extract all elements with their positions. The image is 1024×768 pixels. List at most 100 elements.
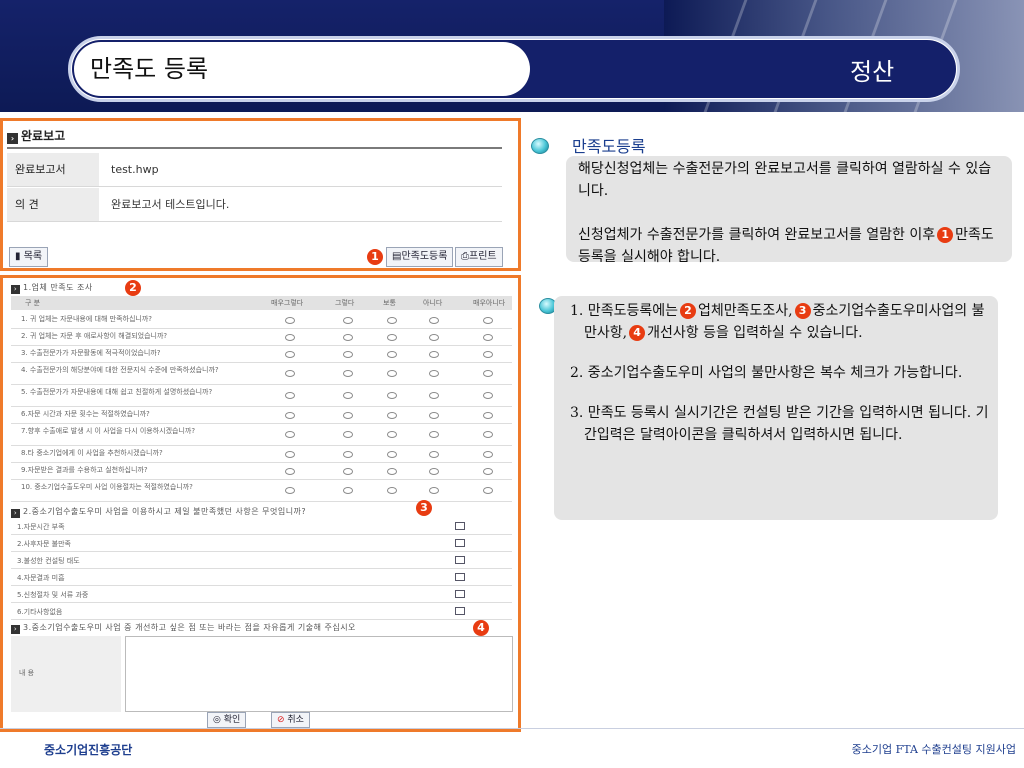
list-button[interactable]: ▮ 목록 — [9, 247, 49, 267]
callout-1-line-1: 해당신청업체는 수출전문가의 완료보고서를 클릭하여 열람하실 수 있습니다. — [578, 161, 992, 199]
complaint-checkbox[interactable] — [455, 607, 465, 615]
report-row-opinion: 의 견 완료보고서 테스트입니다. — [7, 188, 502, 222]
complaint-row: 6.기타사항없음 — [11, 603, 512, 620]
complaint-text: 2.사후자문 불만족 — [17, 540, 71, 548]
bullet-icon — [531, 138, 549, 154]
survey-radio[interactable] — [285, 351, 295, 358]
report-row-file: 완료보고서 test.hwp — [7, 153, 502, 187]
complaint-checkbox[interactable] — [455, 522, 465, 530]
survey-radio[interactable] — [429, 487, 439, 494]
survey-radio[interactable] — [387, 334, 397, 341]
survey-radio[interactable] — [343, 351, 353, 358]
survey-radio[interactable] — [285, 431, 295, 438]
survey-radio[interactable] — [343, 431, 353, 438]
complaint-text: 3.불성한 컨설팅 태도 — [17, 557, 80, 565]
survey-register-button[interactable]: ▤만족도등록 — [386, 247, 454, 267]
report-heading: › 완료보고 — [7, 127, 65, 144]
survey-question-row: 9.자문받은 결과를 수용하고 실천하십니까? — [11, 463, 512, 480]
complaint-row: 2.사후자문 불만족 — [11, 535, 512, 552]
survey-radio[interactable] — [429, 334, 439, 341]
complaint-checkbox[interactable] — [455, 556, 465, 564]
survey-radio[interactable] — [387, 487, 397, 494]
survey-radio[interactable] — [387, 431, 397, 438]
marker-2-inline: 2 — [679, 303, 696, 319]
callout-1-line-2: 신청업체가 수출전문가를 클릭하여 완료보고서를 열람한 이후 1 만족도등록을 실… — [578, 227, 994, 265]
survey-question-row: 5. 수출전문가가 자문내용에 대해 쉽고 친절하게 설명하셨습니까? — [11, 385, 512, 407]
survey-radio[interactable] — [483, 317, 493, 324]
survey-radio[interactable] — [387, 392, 397, 399]
survey-radio[interactable] — [343, 451, 353, 458]
survey-radio[interactable] — [343, 412, 353, 419]
marker-4: 4 — [473, 620, 489, 636]
survey-radio[interactable] — [483, 334, 493, 341]
survey-radio[interactable] — [387, 370, 397, 377]
survey-radio[interactable] — [285, 451, 295, 458]
survey-radio[interactable] — [343, 334, 353, 341]
arrow-box-icon: › — [7, 133, 18, 144]
survey-radio[interactable] — [387, 351, 397, 358]
survey-radio[interactable] — [285, 334, 295, 341]
cancel-button[interactable]: ⊘ 취소 — [271, 712, 310, 728]
complaint-checkbox[interactable] — [455, 590, 465, 598]
complaint-checkbox[interactable] — [455, 539, 465, 547]
survey-radio[interactable] — [343, 487, 353, 494]
survey-radio[interactable] — [429, 370, 439, 377]
improvement-textarea[interactable] — [125, 636, 513, 712]
survey-question-row: 2. 귀 업체는 자문 후 애로사항이 해결되었습니까? — [11, 329, 512, 346]
callout-1-title: 만족도등록 — [572, 137, 646, 156]
survey-radio[interactable] — [387, 451, 397, 458]
marker-3-inline: 3 — [794, 303, 811, 319]
survey-radio[interactable] — [483, 487, 493, 494]
survey-radio[interactable] — [285, 487, 295, 494]
survey-radio[interactable] — [483, 370, 493, 377]
survey-radio[interactable] — [343, 370, 353, 377]
complaint-row: 4.자문결과 미흡 — [11, 569, 512, 586]
survey-question-text: 2. 귀 업체는 자문 후 애로사항이 해결되었습니까? — [21, 332, 168, 340]
confirm-button[interactable]: ◎ 확인 — [207, 712, 247, 728]
survey-question-text: 4. 수출전문가의 해당분야에 대한 전문지식 수준에 만족하셨습니까? — [21, 366, 219, 374]
survey-radio[interactable] — [483, 412, 493, 419]
survey-radio[interactable] — [483, 451, 493, 458]
survey-question-row: 6.자문 시간과 자문 횟수는 적절하였습니까? — [11, 407, 512, 424]
survey-question-row: 3. 수출전문가가 자문활동에 적극적이었습니까? — [11, 346, 512, 363]
survey-radio[interactable] — [429, 317, 439, 324]
survey-radio[interactable] — [429, 451, 439, 458]
survey-grid-header: 구 분 매우그렇다 그렇다 보통 아니다 매우아니다 — [11, 296, 512, 310]
callout-2-item-1: 1. 만족도등록에는 2 업체만족도조사, 3 중소기업수출도우미사업의 불만사항, 4 개… — [570, 303, 985, 341]
survey-radio[interactable] — [483, 351, 493, 358]
survey-radio[interactable] — [429, 431, 439, 438]
survey-radio[interactable] — [285, 317, 295, 324]
survey-radio[interactable] — [343, 468, 353, 475]
report-file-link[interactable]: test.hwp — [111, 153, 159, 186]
callout-2-item-2: 2. 중소기업수출도우미 사업의 불만사항은 복수 체크가 가능합니다. — [570, 365, 963, 381]
survey-radio[interactable] — [429, 468, 439, 475]
complaint-checkbox[interactable] — [455, 573, 465, 581]
survey-radio[interactable] — [483, 431, 493, 438]
confirm-icon: ◎ — [213, 715, 224, 725]
survey-question-row: 8.타 중소기업에게 이 사업을 추천하시겠습니까? — [11, 446, 512, 463]
survey-question-row: 4. 수출전문가의 해당분야에 대한 전문지식 수준에 만족하셨습니까? — [11, 363, 512, 385]
survey-radio[interactable] — [429, 392, 439, 399]
survey-radio[interactable] — [387, 468, 397, 475]
survey-panel: › 1.업체 만족도 조사 2 구 분 매우그렇다 그렇다 보통 아니다 매우아니… — [0, 275, 521, 732]
print-button[interactable]: ⎙프린트 — [455, 247, 503, 267]
survey-radio[interactable] — [483, 468, 493, 475]
list-icon: ▮ — [15, 251, 24, 262]
survey-radio[interactable] — [285, 468, 295, 475]
survey-question-text: 8.타 중소기업에게 이 사업을 추천하시겠습니까? — [21, 449, 163, 457]
survey-radio[interactable] — [285, 412, 295, 419]
survey-radio[interactable] — [285, 370, 295, 377]
survey-radio[interactable] — [483, 392, 493, 399]
arrow-box-icon: › — [11, 285, 20, 294]
survey-radio[interactable] — [387, 317, 397, 324]
printer-icon: ⎙ — [461, 251, 469, 262]
survey-radio[interactable] — [343, 392, 353, 399]
survey-radio[interactable] — [387, 412, 397, 419]
complaint-row: 1.자문시간 부족 — [11, 518, 512, 535]
survey-radio[interactable] — [429, 412, 439, 419]
survey-radio[interactable] — [429, 351, 439, 358]
survey-section-1-heading: › 1.업체 만족도 조사 — [11, 282, 93, 294]
survey-radio[interactable] — [343, 317, 353, 324]
section-title: 정산 — [850, 58, 895, 86]
survey-radio[interactable] — [285, 392, 295, 399]
